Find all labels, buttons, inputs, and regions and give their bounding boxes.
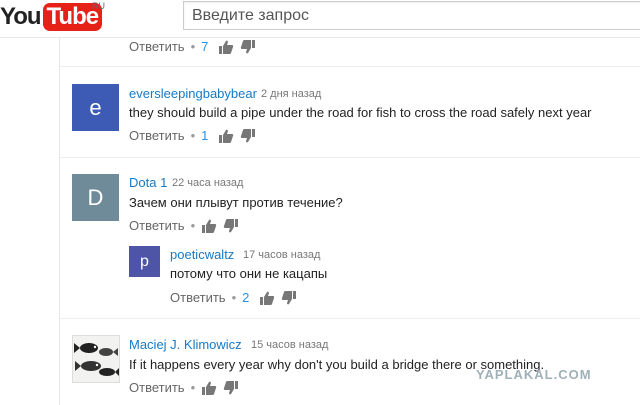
comment-actions: Ответить •: [129, 218, 245, 233]
left-divider: [59, 37, 60, 405]
dislike-icon[interactable]: [240, 39, 256, 54]
youtube-logo[interactable]: You Tube RU: [0, 1, 105, 32]
comment-text: потому что они не кацапы: [170, 266, 328, 281]
comment-time[interactable]: 2 дня назад: [261, 88, 321, 100]
reply-button[interactable]: Ответить: [170, 290, 226, 305]
dislike-icon[interactable]: [281, 290, 297, 305]
divider: [60, 318, 640, 319]
comment-actions: Ответить • 1: [129, 128, 262, 143]
like-icon[interactable]: [201, 381, 217, 395]
comment-time[interactable]: 22 часа назад: [172, 177, 243, 189]
comment-actions: Ответить •: [129, 380, 245, 395]
like-icon[interactable]: [201, 219, 217, 233]
separator-dot: •: [190, 128, 196, 143]
like-icon[interactable]: [218, 40, 234, 54]
comment-author[interactable]: poeticwaltz: [170, 247, 234, 262]
top-bar: You Tube RU: [0, 0, 640, 38]
logo-you-text: You: [0, 3, 42, 30]
comment-time[interactable]: 17 часов назад: [243, 249, 320, 261]
divider: [60, 66, 640, 67]
comment-actions: Ответить • 2: [170, 290, 303, 305]
reply-count[interactable]: 2: [242, 290, 249, 305]
search-box[interactable]: [183, 1, 640, 30]
separator-dot: •: [190, 380, 196, 395]
separator-dot: •: [190, 39, 196, 54]
separator-dot: •: [190, 218, 196, 233]
comment-time[interactable]: 15 часов назад: [251, 339, 328, 351]
fish-avatar-icon: [74, 343, 119, 376]
like-icon[interactable]: [218, 129, 234, 143]
avatar[interactable]: p: [129, 246, 160, 277]
search-input[interactable]: [184, 2, 640, 29]
avatar-letter: p: [140, 252, 149, 270]
avatar-letter: D: [87, 184, 104, 210]
avatar[interactable]: e: [72, 84, 119, 131]
comment-text: Зачем они плывут против течение?: [129, 195, 343, 210]
watermark: YAPLAKAL.COM: [476, 367, 592, 382]
avatar-letter: e: [89, 94, 102, 120]
divider: [60, 157, 640, 158]
reply-count[interactable]: 7: [201, 39, 208, 54]
dislike-icon[interactable]: [240, 128, 256, 143]
comment-author[interactable]: Dota 1: [129, 175, 167, 190]
comment-text: they should build a pipe under the road …: [129, 105, 592, 120]
reply-button[interactable]: Ответить: [129, 39, 185, 54]
reply-button[interactable]: Ответить: [129, 218, 185, 233]
comment-author[interactable]: eversleepingbabybear: [129, 86, 257, 101]
avatar[interactable]: D: [72, 174, 119, 221]
comment-actions-top: Ответить • 7: [129, 39, 262, 54]
reply-button[interactable]: Ответить: [129, 380, 185, 395]
separator-dot: •: [231, 290, 237, 305]
dislike-icon[interactable]: [223, 218, 239, 233]
logo-region-label: RU: [92, 1, 105, 11]
reply-button[interactable]: Ответить: [129, 128, 185, 143]
comment-author[interactable]: Maciej J. Klimowicz: [129, 337, 242, 352]
dislike-icon[interactable]: [223, 380, 239, 395]
like-icon[interactable]: [259, 291, 275, 305]
reply-count[interactable]: 1: [201, 128, 208, 143]
avatar[interactable]: [72, 335, 120, 383]
